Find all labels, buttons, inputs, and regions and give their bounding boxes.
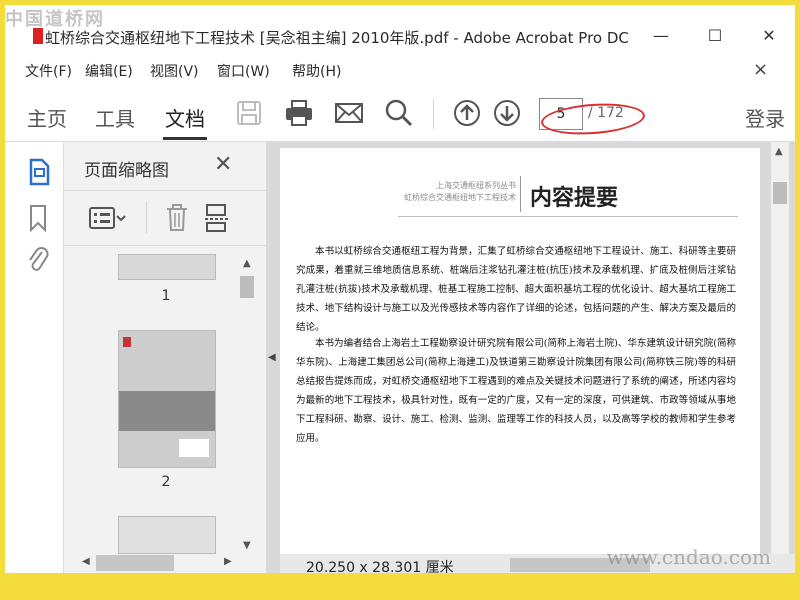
page-thumbnail-1[interactable] (118, 254, 216, 280)
previous-page-icon[interactable] (451, 97, 483, 129)
attachment-icon[interactable] (27, 246, 49, 274)
tab-tools[interactable]: 工具 (95, 103, 135, 132)
thumbnail-label-1: 1 (161, 288, 171, 304)
cover-barcode (179, 439, 209, 457)
main-toolbar: 主页 工具 文档 5 / 172 登录 (5, 85, 795, 142)
maximize-button[interactable]: ☐ (695, 23, 735, 49)
page-series-text: 上海交通枢纽系列丛书 虹桥综合交通枢纽地下工程技术 (398, 180, 516, 204)
delete-page-icon[interactable] (164, 203, 190, 233)
login-button[interactable]: 登录 (745, 103, 785, 132)
mail-icon[interactable] (333, 97, 365, 129)
heading-divider (520, 176, 521, 212)
active-tab-indicator (163, 137, 207, 140)
document-scroll-up-arrow[interactable]: ▲ (775, 146, 783, 157)
title-bar: 虹桥综合交通枢纽地下工程技术 [吴念祖主编] 2010年版.pdf - Adob… (5, 19, 795, 53)
menu-edit[interactable]: 编辑(E) (85, 61, 133, 81)
save-icon[interactable] (233, 97, 265, 129)
page-thumbnails-icon[interactable] (27, 158, 51, 186)
menu-window[interactable]: 窗口(W) (217, 61, 270, 81)
heading-underline (398, 216, 738, 217)
bookmark-icon[interactable] (27, 204, 49, 232)
thumbnail-label-2: 2 (161, 474, 171, 490)
page-series-line-2: 虹桥综合交通枢纽地下工程技术 (404, 193, 516, 202)
page-series-line-1: 上海交通枢纽系列丛书 (436, 181, 516, 190)
page-thumbnail-2[interactable] (118, 330, 216, 468)
thumbnail-vertical-scrollbar-thumb[interactable] (240, 276, 254, 298)
page-thumbnail-3[interactable] (118, 516, 216, 554)
document-view: ◀ 上海交通枢纽系列丛书 虹桥综合交通枢纽地下工程技术 内容提要 本书以虹桥综合… (266, 142, 795, 573)
watermark-bottom-right: www.cndao.com (606, 545, 771, 569)
search-icon[interactable] (383, 97, 415, 129)
left-navigation-pane (5, 142, 63, 562)
acrobat-window: 中国道桥网 虹桥综合交通枢纽地下工程技术 [吴念祖主编] 2010年版.pdf … (5, 5, 795, 573)
thumbnail-horizontal-scrollbar-thumb[interactable] (96, 555, 174, 571)
document-vertical-scrollbar-thumb[interactable] (773, 182, 787, 204)
document-vertical-scrollbar[interactable]: ▲ (771, 142, 789, 573)
collapse-left-pane-arrow[interactable]: ◀ (268, 352, 276, 363)
document-page: 上海交通枢纽系列丛书 虹桥综合交通枢纽地下工程技术 内容提要 本书以虹桥综合交通… (280, 148, 760, 558)
thumbnails-panel-title: 页面缩略图 (84, 161, 169, 181)
thumbnail-scroll-right-arrow[interactable]: ▶ (224, 556, 232, 567)
menu-help[interactable]: 帮助(H) (292, 61, 341, 81)
status-bar: 20.250 x 28.301 厘米 (280, 554, 510, 573)
thumbnail-scroll-left-arrow[interactable]: ◀ (82, 556, 90, 567)
thumbnails-panel: 页面缩略图 ✕ 1 2 ▲ ▼ ◀ ▶ (63, 142, 267, 573)
panel-toolbar-separator (146, 201, 147, 233)
page-dimensions: 20.250 x 28.301 厘米 (306, 560, 454, 573)
page-heading: 内容提要 (530, 185, 619, 211)
cover-photo (119, 391, 215, 431)
tab-home[interactable]: 主页 (27, 103, 67, 132)
cover-logo (123, 337, 131, 347)
thumbnail-scroll-up-arrow[interactable]: ▲ (243, 258, 251, 269)
close-button[interactable]: ✕ (749, 23, 789, 49)
page-paragraph-1: 本书以虹桥综合交通枢纽工程为背景，汇集了虹桥综合交通枢纽地下工程设计、施工、科研… (296, 246, 736, 333)
thumbnails-toolbar (64, 190, 266, 246)
minimize-button[interactable]: — (641, 23, 681, 49)
print-icon[interactable] (283, 97, 315, 129)
document-close-icon[interactable]: × (753, 59, 768, 80)
page-paragraph-2: 本书为编者结合上海岩土工程勘察设计研究院有限公司(简称上海岩土院)、华东建筑设计… (296, 338, 736, 444)
toolbar-separator (433, 99, 434, 129)
menu-bar: 文件(F) 编辑(E) 视图(V) 窗口(W) 帮助(H) × (5, 57, 795, 83)
watermark-top-left: 中国道桥网 (5, 9, 105, 30)
menu-file[interactable]: 文件(F) (25, 61, 72, 81)
menu-view[interactable]: 视图(V) (150, 61, 199, 81)
thumbnail-scroll-down-arrow[interactable]: ▼ (243, 540, 251, 551)
next-page-icon[interactable] (491, 97, 523, 129)
extract-pages-icon[interactable] (204, 203, 230, 233)
thumbnails-close-button[interactable]: ✕ (214, 152, 232, 177)
tab-document[interactable]: 文档 (165, 103, 205, 132)
window-title: 虹桥综合交通枢纽地下工程技术 [吴念祖主编] 2010年版.pdf - Adob… (45, 29, 629, 47)
thumbnail-options-icon[interactable] (88, 205, 128, 231)
